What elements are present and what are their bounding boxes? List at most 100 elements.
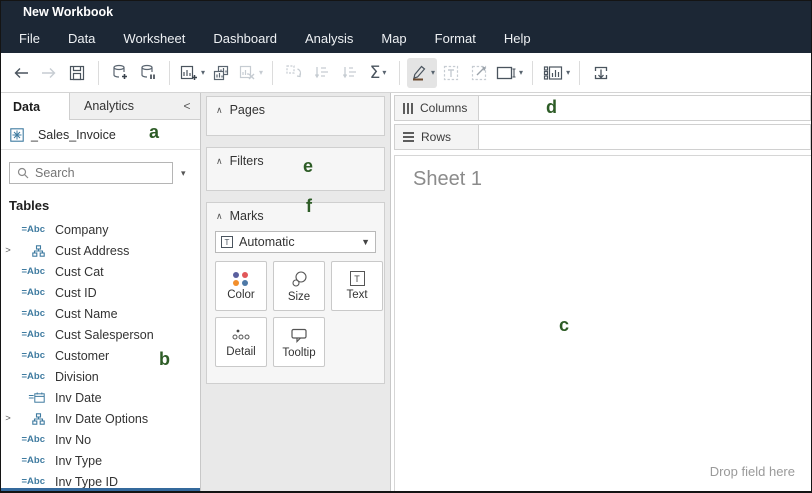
columns-drop-area[interactable] — [479, 96, 810, 120]
text-mark-icon: T — [221, 236, 233, 248]
toolbar: ▾ ▾ Σ▾ ▾ ▾ ▾ — [1, 53, 811, 93]
sort-ascending-icon — [312, 63, 332, 83]
marks-card-title: Marks — [230, 209, 264, 223]
field-company[interactable]: =AbcCompany — [1, 219, 200, 240]
field-inv-no[interactable]: =AbcInv No — [1, 429, 200, 450]
show-me-button[interactable]: ▾ — [540, 58, 572, 88]
mark-type-value: Automatic — [239, 235, 361, 249]
menu-analysis[interactable]: Analysis — [305, 31, 353, 46]
field-cust-id[interactable]: =AbcCust ID — [1, 282, 200, 303]
tooltip-label: Tooltip — [282, 347, 315, 359]
toolbar-separator — [532, 61, 533, 85]
search-input[interactable] — [35, 166, 145, 180]
tab-data[interactable]: Data — [1, 93, 69, 120]
rows-drop-area[interactable] — [479, 125, 810, 149]
data-pane: Data Analytics < _Sales_Invoice ▾ Tables… — [1, 93, 201, 491]
menu-file[interactable]: File — [19, 31, 40, 46]
menu-map[interactable]: Map — [381, 31, 406, 46]
highlight-button[interactable]: ▾ — [407, 58, 437, 88]
field-inv-date-options[interactable]: >Inv Date Options — [1, 408, 200, 429]
field-customer[interactable]: =Abc Customer — [1, 345, 200, 366]
detail-button[interactable]: Detail — [215, 317, 267, 367]
filters-card-header[interactable]: ∧ Filters — [207, 148, 384, 170]
string-field-icon: =Abc — [15, 350, 45, 361]
field-cust-cat[interactable]: =AbcCust Cat — [1, 261, 200, 282]
search-options-caret[interactable]: ▾ — [181, 168, 186, 179]
chevron-up-icon: ∧ — [216, 211, 223, 222]
fix-axes-button[interactable] — [465, 58, 493, 88]
field-cust-name[interactable]: =AbcCust Name — [1, 303, 200, 324]
menu-data[interactable]: Data — [68, 31, 95, 46]
highlight-caret: ▾ — [431, 68, 435, 77]
field-label: Customer — [55, 349, 109, 363]
tab-analytics[interactable]: Analytics — [69, 93, 174, 120]
field-label: Division — [55, 370, 99, 384]
titlebar: New Workbook — [1, 1, 811, 23]
menu-help[interactable]: Help — [504, 31, 531, 46]
expander-icon[interactable]: > — [1, 413, 15, 424]
undo-icon — [12, 64, 30, 82]
chevron-up-icon: ∧ — [216, 105, 223, 116]
clear-sheet-button[interactable]: ▾ — [235, 58, 265, 88]
annotation-d: d — [546, 97, 557, 118]
annotation-b: b — [159, 349, 170, 370]
save-button[interactable] — [63, 58, 91, 88]
color-label: Color — [227, 289, 254, 301]
sort-descending-button[interactable] — [336, 58, 364, 88]
tooltip-button[interactable]: Tooltip — [273, 317, 325, 367]
fit-button[interactable]: ▾ — [493, 58, 525, 88]
sort-ascending-button[interactable] — [308, 58, 336, 88]
annotation-e: e — [303, 156, 313, 177]
field-division[interactable]: =AbcDivision — [1, 366, 200, 387]
field-cust-salesperson[interactable]: =AbcCust Salesperson — [1, 324, 200, 345]
highlight-icon — [409, 63, 429, 83]
swap-rows-columns-button[interactable] — [280, 58, 308, 88]
tab-data-label: Data — [13, 100, 40, 114]
annotation-f: f — [306, 196, 312, 217]
expander-icon[interactable]: > — [1, 245, 15, 256]
menu-format[interactable]: Format — [435, 31, 476, 46]
duplicate-sheet-icon — [211, 63, 231, 83]
search-box[interactable] — [9, 162, 173, 184]
string-field-icon: =Abc — [15, 266, 45, 277]
field-inv-date[interactable]: =Inv Date — [1, 387, 200, 408]
annotation-c: c — [559, 315, 569, 336]
size-button[interactable]: Size — [273, 261, 325, 311]
totals-button[interactable]: Σ▾ — [364, 58, 392, 88]
color-button[interactable]: Color — [215, 261, 267, 311]
bottom-scroll-strip[interactable] — [1, 488, 201, 491]
presentation-mode-button[interactable] — [587, 58, 615, 88]
tab-analytics-label: Analytics — [84, 99, 134, 113]
redo-button[interactable] — [35, 58, 63, 88]
text-icon: T — [350, 271, 365, 286]
marks-card-header[interactable]: ∧ Marks — [207, 203, 384, 225]
tableau-window: New Workbook File Data Worksheet Dashboard A… — [0, 0, 812, 493]
show-mark-labels-button[interactable] — [437, 58, 465, 88]
text-button[interactable]: T Text — [331, 261, 383, 311]
mark-type-dropdown[interactable]: T Automatic ▼ — [215, 231, 376, 253]
field-inv-type[interactable]: =AbcInv Type — [1, 450, 200, 471]
drop-field-hint: Drop field here — [710, 464, 795, 479]
rows-shelf[interactable]: Rows — [394, 124, 811, 150]
new-worksheet-caret: ▾ — [201, 68, 205, 77]
pause-auto-updates-button[interactable] — [134, 58, 162, 88]
menu-dashboard[interactable]: Dashboard — [213, 31, 277, 46]
toolbar-separator — [272, 61, 273, 85]
shelf-card-panel: ∧ Pages ∧ Filters ∧ Marks T Automatic — [201, 93, 391, 491]
menu-worksheet[interactable]: Worksheet — [123, 31, 185, 46]
new-worksheet-button[interactable]: ▾ — [177, 58, 207, 88]
undo-button[interactable] — [7, 58, 35, 88]
new-data-source-button[interactable] — [106, 58, 134, 88]
sheet-canvas[interactable]: Sheet 1 Drop field here — [394, 155, 811, 491]
swap-rows-columns-icon — [284, 63, 304, 83]
columns-shelf[interactable]: Columns — [394, 95, 811, 121]
hierarchy-field-icon — [15, 245, 45, 257]
collapse-pane-button[interactable]: < — [174, 93, 200, 120]
redo-icon — [40, 64, 58, 82]
columns-icon — [403, 103, 413, 114]
pages-card-header[interactable]: ∧ Pages — [207, 97, 384, 119]
field-label: Inv No — [55, 433, 91, 447]
duplicate-sheet-button[interactable] — [207, 58, 235, 88]
datasource-row[interactable]: _Sales_Invoice — [1, 120, 200, 150]
field-cust-address[interactable]: >Cust Address — [1, 240, 200, 261]
